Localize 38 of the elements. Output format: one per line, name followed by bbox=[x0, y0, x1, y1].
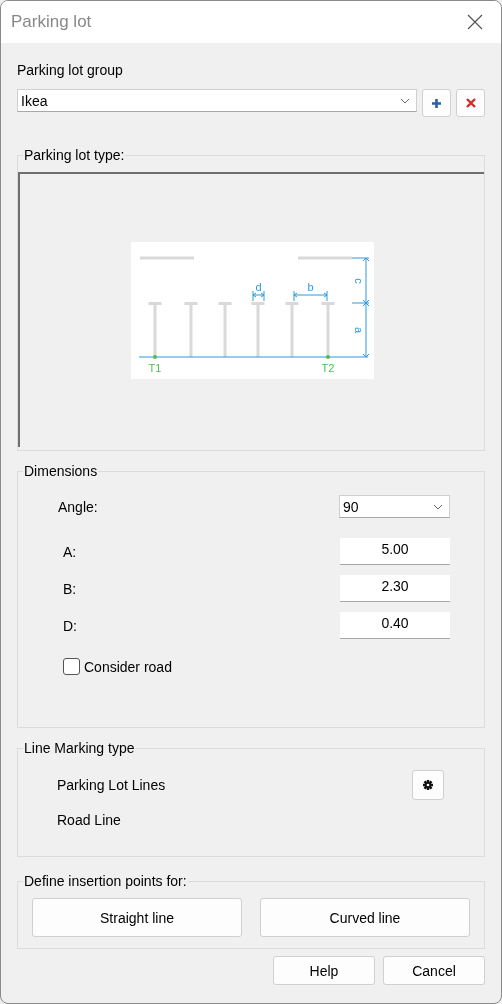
input-field[interactable]: 5.00 bbox=[340, 538, 450, 565]
settings-button[interactable] bbox=[412, 770, 444, 800]
chevron-down-icon bbox=[433, 503, 443, 510]
field-label: B: bbox=[63, 580, 77, 597]
group-dropdown[interactable]: Ikea bbox=[17, 89, 418, 112]
checkbox-label: Consider road bbox=[84, 658, 172, 675]
dialog-button[interactable]: Cancel bbox=[383, 956, 485, 985]
insertion-button[interactable]: Straight line bbox=[32, 898, 242, 937]
checkbox[interactable] bbox=[63, 658, 80, 675]
add-button[interactable] bbox=[422, 89, 452, 117]
list-item: Road Line bbox=[57, 812, 121, 828]
settings-icon bbox=[423, 780, 433, 790]
input-field[interactable]: 0.40 bbox=[340, 612, 450, 639]
point-label: T1 bbox=[148, 362, 161, 374]
delete-button[interactable] bbox=[456, 89, 485, 117]
dimension-label: c bbox=[352, 278, 365, 284]
dimension-label: d bbox=[254, 281, 262, 293]
point-label: T2 bbox=[321, 362, 334, 374]
group-title: Dimensions bbox=[23, 463, 99, 479]
insertion-button[interactable]: Curved line bbox=[260, 898, 470, 937]
close-icon bbox=[467, 14, 483, 30]
plus-icon bbox=[432, 98, 442, 108]
list-item: Parking Lot Lines bbox=[57, 777, 166, 793]
field-label: A: bbox=[63, 543, 77, 560]
field-label: Angle: bbox=[58, 498, 98, 515]
dimension-label: a bbox=[352, 326, 365, 334]
field-label: Parking lot group bbox=[17, 62, 124, 78]
field-label: D: bbox=[63, 617, 77, 634]
group-title: Define insertion points for: bbox=[23, 873, 188, 889]
dialog-button[interactable]: Help bbox=[273, 956, 375, 985]
input-field[interactable]: 2.30 bbox=[340, 575, 450, 602]
group-title: Line Marking type bbox=[23, 740, 136, 756]
angle-dropdown[interactable]: 90 bbox=[339, 495, 450, 518]
chevron-down-icon bbox=[400, 97, 411, 104]
window-title: Parking lot bbox=[11, 12, 92, 32]
group-title: Parking lot type: bbox=[23, 147, 126, 163]
close-icon bbox=[465, 98, 476, 108]
dimension-label: b bbox=[306, 281, 314, 293]
